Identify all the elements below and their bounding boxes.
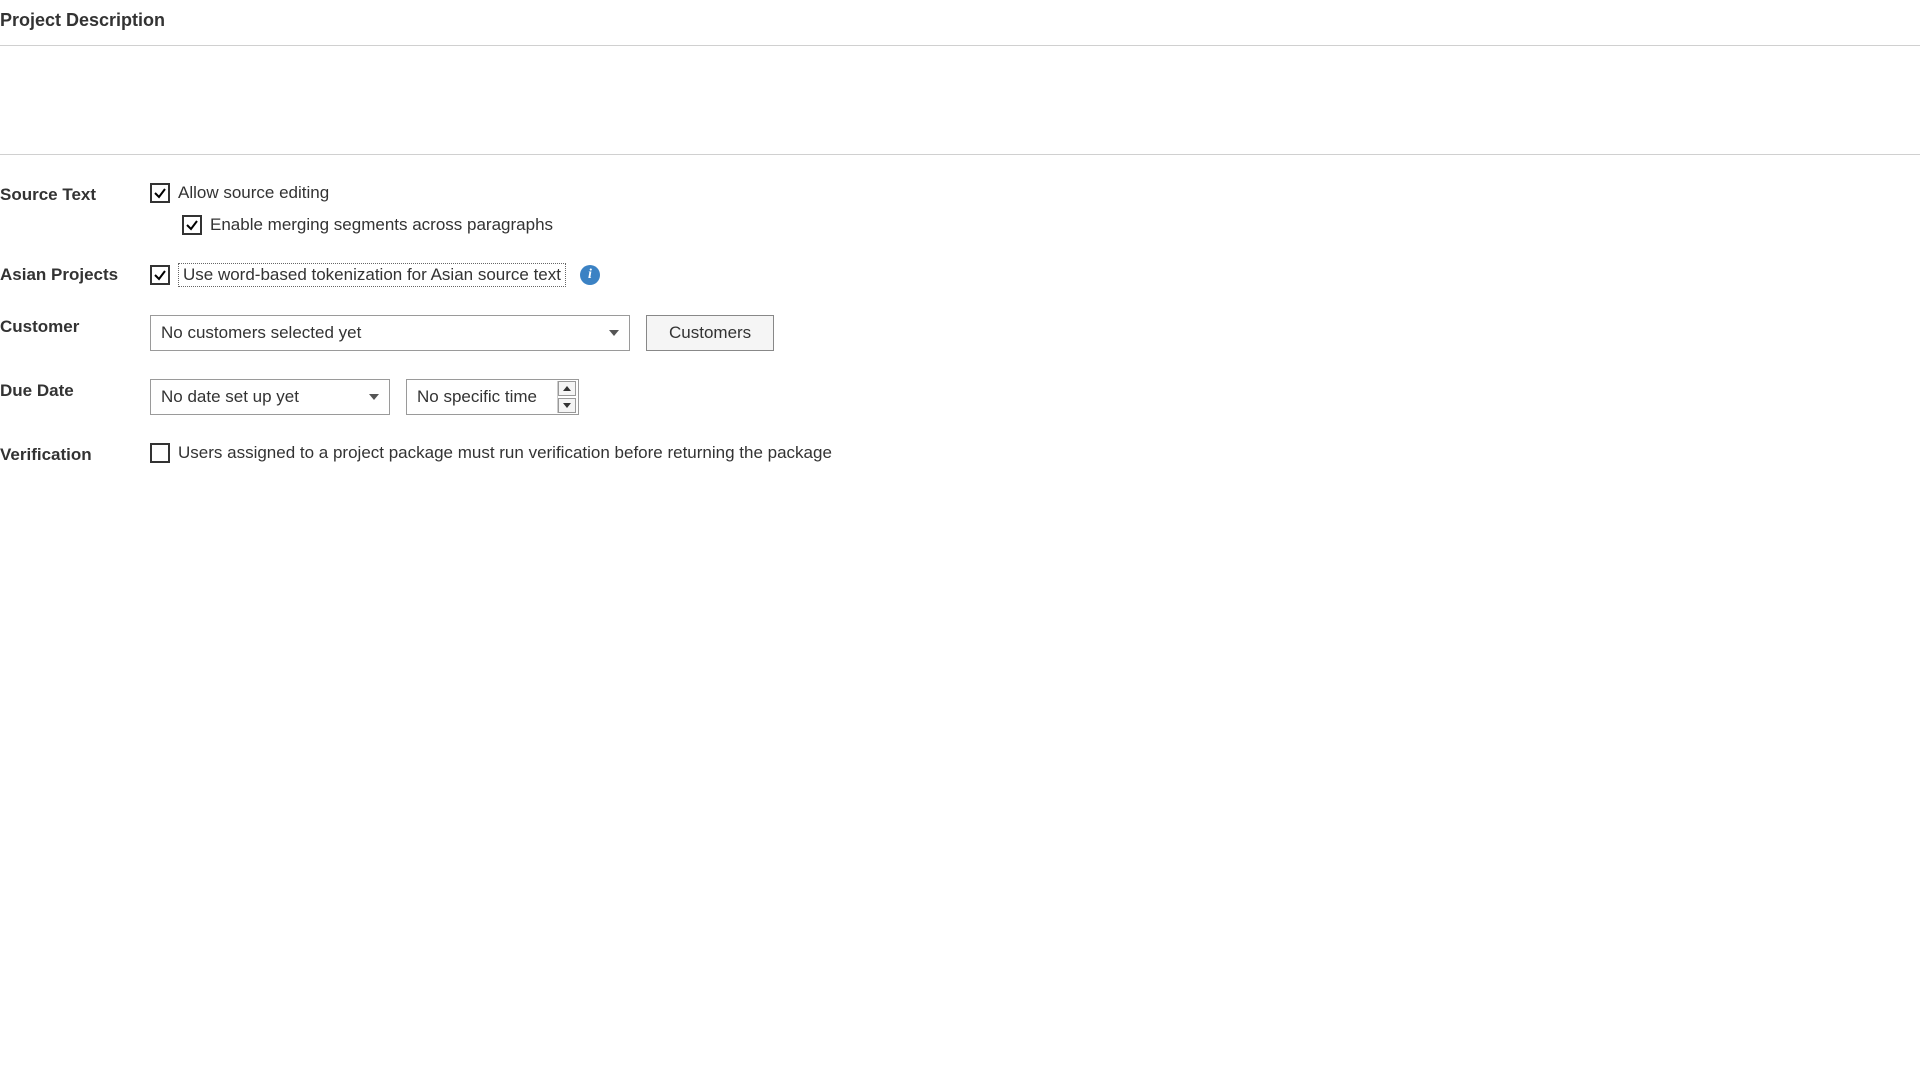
time-decrement-button[interactable]: [558, 398, 576, 413]
source-text-label: Source Text: [0, 183, 150, 235]
verification-label: Verification: [0, 443, 150, 465]
arrow-down-icon: [563, 403, 571, 408]
customer-dropdown-value: No customers selected yet: [161, 323, 361, 343]
due-date-value: No date set up yet: [161, 387, 299, 407]
due-date-dropdown[interactable]: No date set up yet: [150, 379, 390, 415]
customer-label: Customer: [0, 315, 150, 351]
project-description-textarea[interactable]: [0, 45, 1920, 155]
allow-source-editing-label: Allow source editing: [178, 183, 329, 203]
due-time-value: No specific time: [407, 381, 557, 413]
project-description-header: Project Description: [0, 0, 1920, 41]
asian-tokenization-label: Use word-based tokenization for Asian so…: [178, 263, 566, 287]
enable-merging-label: Enable merging segments across paragraph…: [210, 215, 553, 235]
chevron-down-icon: [369, 394, 379, 400]
due-time-spinner[interactable]: No specific time: [406, 379, 579, 415]
enable-merging-checkbox[interactable]: [182, 215, 202, 235]
due-date-label: Due Date: [0, 379, 150, 415]
customers-button[interactable]: Customers: [646, 315, 774, 351]
asian-tokenization-checkbox[interactable]: [150, 265, 170, 285]
verification-checkbox[interactable]: [150, 443, 170, 463]
verification-checkbox-label: Users assigned to a project package must…: [178, 443, 832, 463]
time-increment-button[interactable]: [558, 381, 576, 396]
asian-projects-label: Asian Projects: [0, 263, 150, 287]
arrow-up-icon: [563, 386, 571, 391]
customer-dropdown[interactable]: No customers selected yet: [150, 315, 630, 351]
chevron-down-icon: [609, 330, 619, 336]
allow-source-editing-checkbox[interactable]: [150, 183, 170, 203]
info-icon[interactable]: i: [580, 265, 600, 285]
